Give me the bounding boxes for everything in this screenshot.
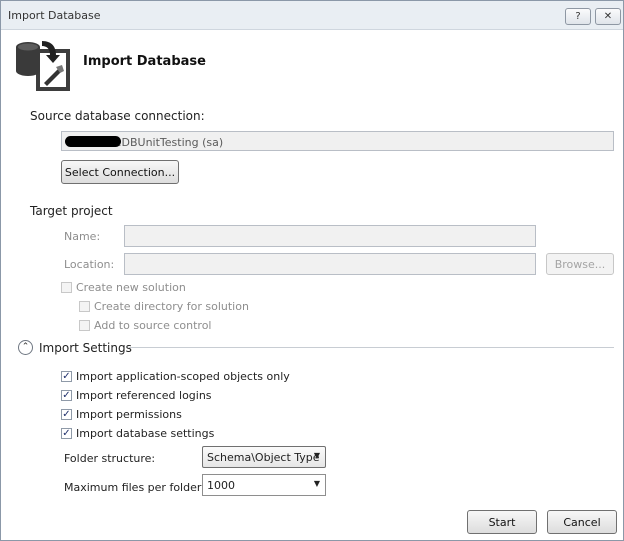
import-database-dialog: Import Database ? ✕ Import Database Sour… [0,0,624,541]
window-title: Import Database [8,9,101,22]
add-source-control-label: Add to source control [94,319,212,332]
connection-display: .DBUnitTesting (sa) [61,131,614,151]
source-connection-heading: Source database connection: [30,109,205,123]
connection-text: .DBUnitTesting (sa) [118,136,224,149]
chevron-down-icon: ▼ [313,451,320,460]
folder-structure-value: Schema\Object Type [207,451,320,464]
chevron-down-icon: ▼ [313,479,320,488]
folder-structure-dropdown[interactable]: Schema\Object Type ▼ [202,446,326,468]
browse-button[interactable]: Browse... [546,253,614,275]
location-input[interactable] [124,253,536,275]
close-button[interactable]: ✕ [595,8,621,25]
help-button[interactable]: ? [565,8,591,25]
collapse-icon[interactable]: ⌃ [18,340,33,355]
max-files-dropdown[interactable]: 1000 ▼ [202,474,326,496]
import-app-scoped-checkbox[interactable]: ✓ [61,371,72,382]
create-directory-checkbox[interactable] [79,301,90,312]
create-new-solution-label: Create new solution [76,281,186,294]
start-button[interactable]: Start [467,510,537,534]
redacted-server-name [65,136,121,147]
import-permissions-checkbox[interactable]: ✓ [61,409,72,420]
name-input[interactable] [124,225,536,247]
name-label: Name: [64,230,101,243]
import-db-settings-checkbox[interactable]: ✓ [61,428,72,439]
location-label: Location: [64,258,115,271]
import-logins-label: Import referenced logins [76,389,212,402]
add-source-control-checkbox[interactable] [79,320,90,331]
section-divider [129,347,614,348]
import-db-settings-label: Import database settings [76,427,215,440]
max-files-label: Maximum files per folder: [64,481,205,494]
import-app-scoped-label: Import application-scoped objects only [76,370,290,383]
import-settings-heading: Import Settings [39,341,132,355]
create-directory-label: Create directory for solution [94,300,249,313]
folder-structure-label: Folder structure: [64,452,156,465]
import-database-icon [16,41,70,91]
cancel-button[interactable]: Cancel [547,510,617,534]
select-connection-button[interactable]: Select Connection... [61,160,179,184]
title-bar: Import Database ? ✕ [1,1,623,30]
max-files-value: 1000 [207,479,235,492]
header-title: Import Database [83,54,206,69]
import-permissions-label: Import permissions [76,408,182,421]
target-project-heading: Target project [30,204,113,218]
create-new-solution-checkbox[interactable] [61,282,72,293]
import-logins-checkbox[interactable]: ✓ [61,390,72,401]
